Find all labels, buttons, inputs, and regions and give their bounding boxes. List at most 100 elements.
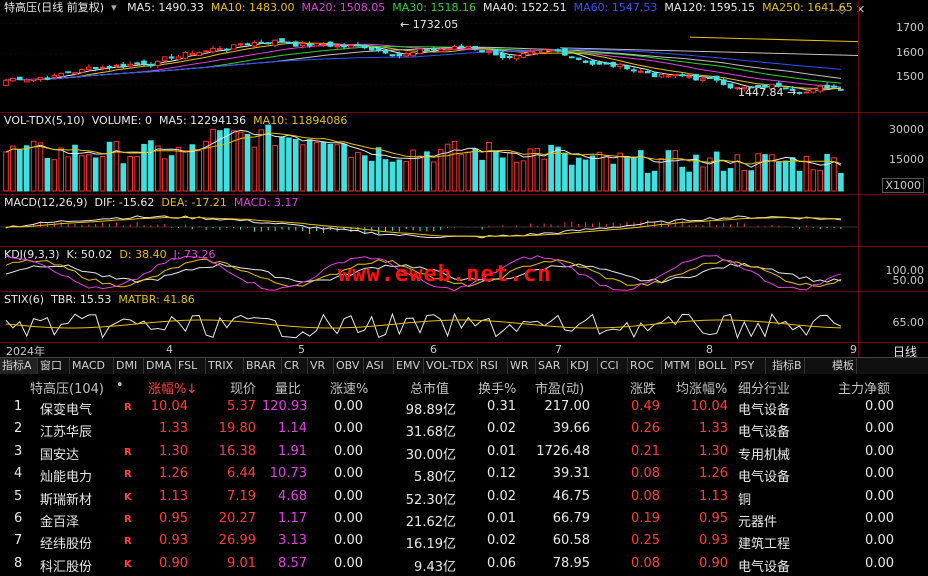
- price-tick: 1600: [896, 46, 924, 59]
- kdj-axis: 100.00 50.00: [858, 247, 928, 291]
- kline-pane[interactable]: 特高压(日线 前复权) ▾ MA5: 1490.33 MA10: 1483.00 MA…: [0, 0, 928, 112]
- candle: [520, 52, 527, 58]
- cell-mcap: 5.80亿: [414, 470, 456, 486]
- period-label[interactable]: 日线: [893, 343, 917, 358]
- tab-brar[interactable]: BRAR: [244, 358, 282, 374]
- stix-pane[interactable]: STIX(6) TBR: 15.53 MATBR: 41.86 65.00: [0, 292, 928, 342]
- cell-chg: 0.93: [159, 533, 188, 549]
- volume-bar: [810, 169, 817, 192]
- candle: [286, 41, 292, 44]
- cell-pe: 217.00: [544, 399, 591, 414]
- candle: [472, 45, 478, 50]
- candle: [72, 72, 78, 75]
- tab-dma[interactable]: DMA: [144, 358, 176, 374]
- table-row[interactable]: 8 科汇股份 K 0.90 9.01 8.57 0.00 9.43亿 0.06 78.95 0.08…: [0, 553, 928, 575]
- tab-fsl[interactable]: FSL: [176, 358, 206, 374]
- volume-canvas[interactable]: [0, 113, 858, 194]
- cell-speed: 0.00: [334, 399, 363, 414]
- volume-bar: [796, 170, 803, 192]
- candle: [141, 60, 147, 65]
- volume-bar: [182, 150, 189, 192]
- tab-obv[interactable]: OBV: [334, 358, 364, 374]
- column-header[interactable]: 细分行业: [738, 378, 790, 397]
- tab-macd[interactable]: MACD: [70, 358, 114, 374]
- tab-right-0[interactable]: 指标B: [770, 358, 805, 374]
- tab-窗口[interactable]: 窗口: [38, 358, 70, 374]
- candle: [251, 42, 258, 47]
- tab-sar[interactable]: SAR: [536, 358, 568, 374]
- table-row[interactable]: 1 保变电气 R 10.04 5.37 120.93 0.00 98.89亿 0.31 217.0…: [0, 396, 928, 418]
- tab-cci[interactable]: CCI: [598, 358, 628, 374]
- column-header[interactable]: 涨跌: [630, 378, 656, 397]
- column-header[interactable]: 换手%: [478, 378, 516, 397]
- tab-roc[interactable]: ROC: [628, 358, 662, 374]
- tab-指标a[interactable]: 指标A: [0, 358, 38, 374]
- tab-dmi[interactable]: DMI: [114, 358, 144, 374]
- tab-boll[interactable]: BOLL: [696, 358, 732, 374]
- cell-price: 9.01: [227, 555, 256, 571]
- column-header[interactable]: 主力净额: [838, 378, 890, 397]
- cell-vr: 3.13: [278, 533, 307, 549]
- cell-name: 斯瑞新材: [40, 492, 93, 508]
- table-row[interactable]: 5 斯瑞新材 K 1.13 7.19 4.68 0.00 52.30亿 0.02 46.75 0.0…: [0, 486, 928, 508]
- volume-bar: [196, 150, 202, 192]
- cell-turn: 0.02: [487, 488, 516, 504]
- volume-bar: [141, 143, 147, 192]
- tab-psy[interactable]: PSY: [732, 358, 766, 374]
- column-header[interactable]: 涨幅%↓: [148, 378, 197, 397]
- column-header[interactable]: 特高压(104): [30, 378, 104, 397]
- tab-trix[interactable]: TRIX: [206, 358, 244, 374]
- volume-bar: [175, 146, 182, 192]
- macd-pane[interactable]: MACD(12,26,9) DIF: -15.62 DEA: -17.21 MACD:…: [0, 195, 928, 246]
- volume-bar: [30, 140, 37, 192]
- volume-bar: [789, 157, 796, 192]
- cell-ind: 建筑工程: [738, 537, 791, 553]
- macd-canvas[interactable]: [0, 195, 858, 246]
- tab-asi[interactable]: ASI: [364, 358, 394, 374]
- tab-right-1[interactable]: 模板: [830, 358, 857, 374]
- kline-canvas[interactable]: ← 1732.05 1447.84 →: [0, 0, 858, 112]
- column-header[interactable]: 量比: [275, 378, 301, 397]
- column-header[interactable]: 现价: [230, 378, 256, 397]
- tab-emv[interactable]: EMV: [394, 358, 424, 374]
- volume-bar: [210, 128, 216, 192]
- tab-vr[interactable]: VR: [308, 358, 334, 374]
- candle: [30, 78, 37, 81]
- stix-axis: 65.00: [858, 292, 928, 342]
- volume-pane[interactable]: VOL-TDX(5,10) VOLUME: 0 MA5: 12294136 MA10:…: [0, 113, 928, 194]
- table-row[interactable]: 7 经纬股份 R 0.93 26.99 3.13 0.00 16.19亿 0.02 60.58 0.…: [0, 530, 928, 552]
- stix-tick: 65.00: [892, 316, 925, 329]
- cell-no: 5: [14, 488, 23, 504]
- column-header[interactable]: 均涨幅%: [676, 378, 727, 397]
- volume-bar: [700, 166, 706, 192]
- table-row[interactable]: 4 灿能电力 R 1.26 6.44 10.73 0.00 5.80亿 0.12 39.31 0.0…: [0, 463, 928, 485]
- table-row[interactable]: 2 江苏华辰 1.33 19.80 1.14 0.00 31.68亿 0.02 39.66 0.2…: [0, 418, 928, 440]
- cell-speed: 0.00: [334, 511, 363, 526]
- candle: [810, 88, 817, 93]
- volume-bar: [313, 141, 320, 192]
- cell-no: 6: [14, 511, 23, 526]
- column-header[interactable]: 涨速%: [330, 378, 368, 397]
- stix-canvas[interactable]: [0, 292, 858, 342]
- tab-wr[interactable]: WR: [508, 358, 536, 374]
- candle: [824, 84, 830, 89]
- tab-vol-tdx[interactable]: VOL-TDX: [424, 358, 478, 374]
- cell-diff: 0.26: [631, 421, 660, 437]
- volume-bar: [120, 163, 127, 192]
- candle: [658, 73, 665, 78]
- candle: [313, 43, 320, 47]
- table-row[interactable]: 6 金百泽 R 0.95 20.27 1.17 0.00 21.62亿 0.01 66.79 0.1…: [0, 508, 928, 530]
- tab-rsi[interactable]: RSI: [478, 358, 508, 374]
- column-header[interactable]: •: [116, 378, 124, 393]
- column-header[interactable]: 总市值: [410, 378, 449, 397]
- column-header[interactable]: 市盈(动): [535, 378, 584, 397]
- table-row[interactable]: 3 国安达 R 1.30 16.38 1.91 0.00 30.00亿 0.01 1726.48 0…: [0, 441, 928, 463]
- volume-bar: [37, 142, 44, 192]
- stock-table: 特高压(104) • 涨幅%↓ 现价 量比 涨速% 总市值 换手% 市盈(动) 涨跌 均涨幅% 细分行…: [0, 374, 928, 576]
- candle: [431, 47, 437, 51]
- tab-kdj[interactable]: KDJ: [568, 358, 598, 374]
- volume-bar: [755, 153, 761, 192]
- tab-mtm[interactable]: MTM: [662, 358, 696, 374]
- candle: [58, 72, 65, 77]
- tab-cr[interactable]: CR: [282, 358, 308, 374]
